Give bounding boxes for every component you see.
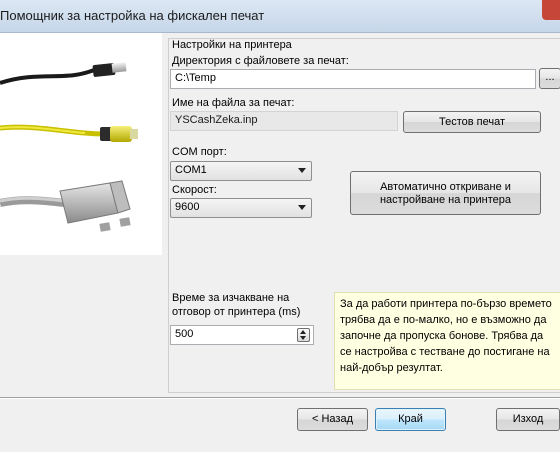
timeout-input[interactable]: 500 xyxy=(170,325,314,345)
baud-rate-select[interactable]: 9600 xyxy=(170,198,312,218)
timeout-label-line1: Време за изчакване на xyxy=(172,292,290,304)
window-title: Помощник за настройка на фискален печат xyxy=(0,8,265,23)
print-file-name-input[interactable]: YSCashZeka.inp xyxy=(170,111,398,131)
auto-detect-label-line2: настройване на принтера xyxy=(379,194,511,206)
note-line: За да работи принтера по-бързо времето xyxy=(340,298,552,310)
printer-cables-illustration xyxy=(0,33,162,255)
spin-up-icon xyxy=(300,330,306,334)
note-line: се настройва с тестване до постигане на xyxy=(340,346,550,358)
auto-detect-label-line1: Автоматично откриване и xyxy=(380,181,511,193)
printer-settings-title: Настройки на принтера xyxy=(172,39,292,51)
exit-button[interactable]: Изход xyxy=(496,408,560,431)
finish-button[interactable]: Край xyxy=(375,408,446,431)
note-line: трябва да е по-малко, но е възможно да xyxy=(340,314,547,326)
close-window-button[interactable] xyxy=(542,0,560,20)
com-port-label: COM порт: xyxy=(172,146,227,158)
note-line: започне да пропуска бонове. Трябва да xyxy=(340,330,544,342)
chevron-down-icon xyxy=(298,205,306,210)
timeout-hint-note: За да работи принтера по-бързо времето т… xyxy=(334,292,560,390)
back-button[interactable]: < Назад xyxy=(297,408,368,431)
title-bar: Помощник за настройка на фискален печат xyxy=(0,0,560,33)
print-file-name-label: Име на файла за печат: xyxy=(172,97,295,109)
test-print-button[interactable]: Тестов печат xyxy=(403,111,541,133)
timeout-label-line2: отговор от принтера (ms) xyxy=(172,306,301,318)
auto-detect-printer-button[interactable]: Автоматично откриване и настройване на п… xyxy=(350,171,541,215)
baud-rate-value: 9600 xyxy=(175,201,200,213)
print-directory-label: Директория с файловете за печат: xyxy=(172,55,349,67)
wizard-client-area: Настройки на принтера Директория с файло… xyxy=(0,33,560,452)
chevron-down-icon xyxy=(298,168,306,173)
note-line: най-добър резултат. xyxy=(340,362,443,374)
footer-separator xyxy=(0,397,560,399)
timeout-label: Време за изчакване на отговор от принтер… xyxy=(172,291,300,319)
com-port-select[interactable]: COM1 xyxy=(170,161,312,181)
browse-directory-button[interactable]: ... xyxy=(539,68,560,89)
timeout-spinner[interactable] xyxy=(297,328,310,342)
com-port-value: COM1 xyxy=(175,164,207,176)
spin-down-icon xyxy=(300,336,306,340)
print-directory-input[interactable]: C:\Temp xyxy=(170,69,536,89)
baud-rate-label: Скорост: xyxy=(172,184,217,196)
timeout-value: 500 xyxy=(175,328,194,340)
cables-image xyxy=(0,62,138,232)
